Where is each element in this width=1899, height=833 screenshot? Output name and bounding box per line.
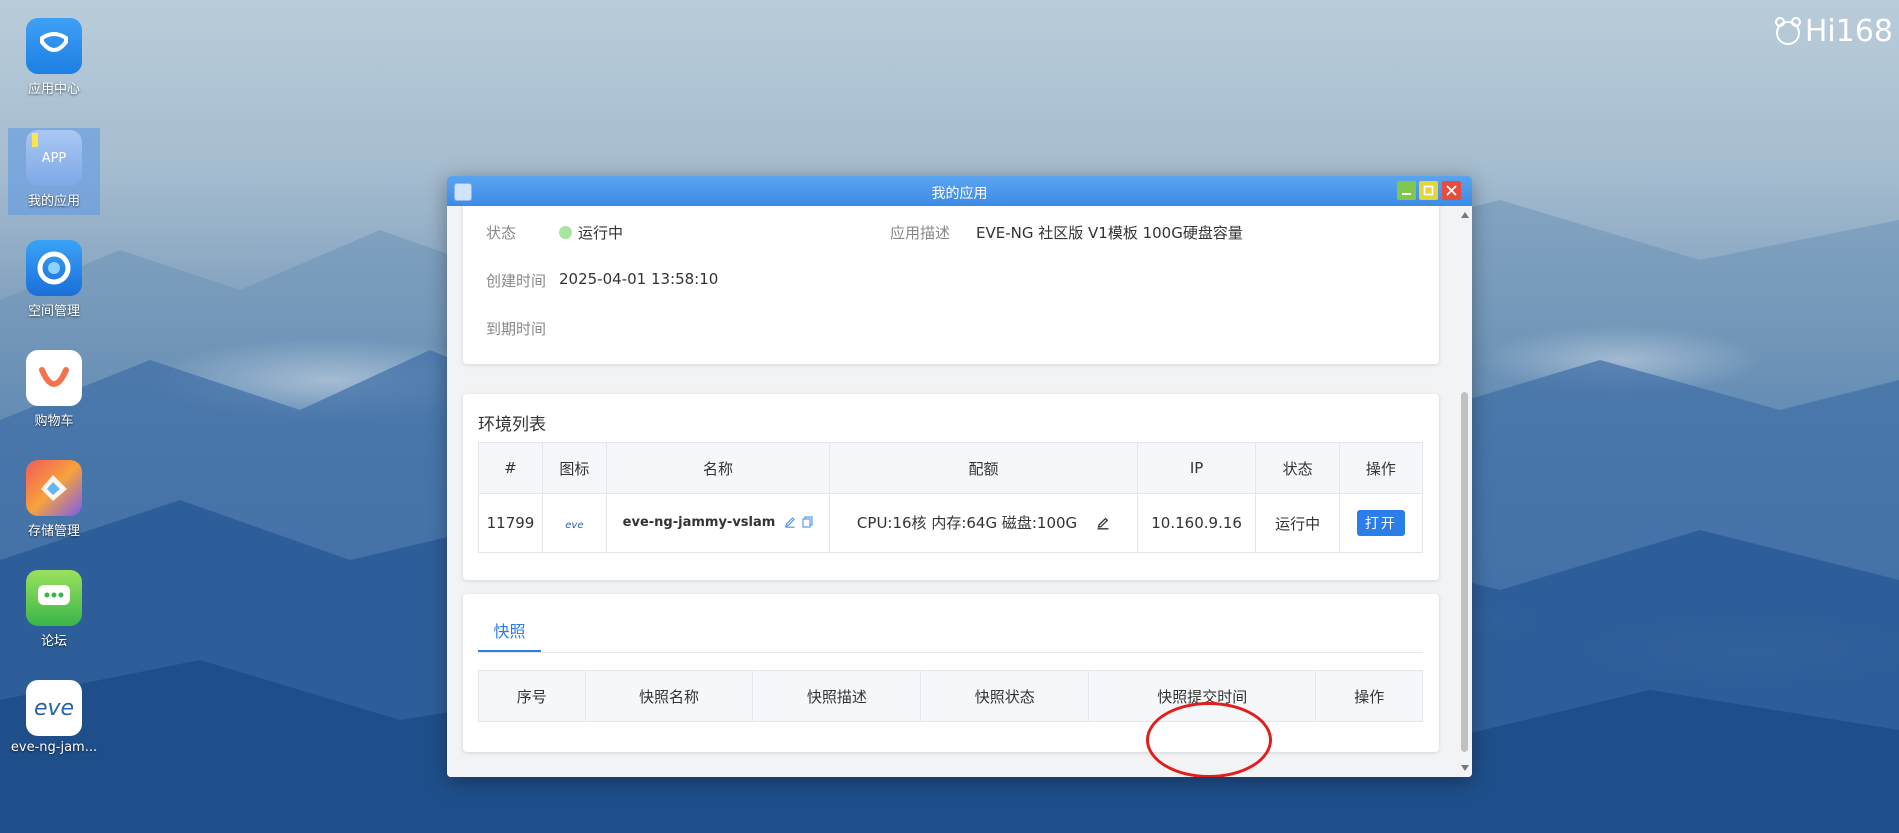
desktop-icon-cart[interactable]: 购物车 [8, 350, 100, 429]
col-header-action: 操作 [1338, 442, 1424, 494]
environment-list-card: 环境列表 # 图标 名称 配额 IP 状态 操作 11799 eve eve-n… [463, 394, 1439, 580]
created-row: 创建时间 [486, 270, 546, 291]
status-label: 状态 [486, 224, 517, 242]
app-icon-text: APP [41, 150, 67, 166]
desktop-icon-space-management[interactable]: 空间管理 [8, 240, 100, 319]
scroll-up-icon[interactable] [1461, 212, 1469, 218]
eve-logo-text: eve [33, 695, 75, 721]
edit-name-icon[interactable] [784, 516, 796, 532]
env-name: eve-ng-jammy-vslam [622, 514, 776, 530]
brand-logo: Hi168 [1773, 14, 1893, 49]
col-header-snapshot-name: 快照名称 [584, 670, 754, 722]
desktop-icon-label: 购物车 [34, 414, 74, 429]
window-content: 状态 运行中 应用描述 EVE-NG 社区版 V1模板 100G硬盘容量 创建时… [447, 206, 1457, 777]
desc-value: EVE-NG 社区版 V1模板 100G硬盘容量 [976, 224, 1243, 242]
eve-ng-logo-icon: eve [565, 520, 584, 531]
app-icon: APP [26, 130, 82, 186]
window-titlebar[interactable]: 我的应用 [447, 176, 1472, 206]
env-list-title: 环境列表 [478, 415, 546, 435]
snapshot-table: 序号 快照名称 快照描述 快照状态 快照提交时间 操作 [478, 670, 1423, 722]
desktop-icon-label: 论坛 [40, 634, 67, 649]
env-action-cell: 打开 [1338, 493, 1424, 553]
snapshot-card: 快照 序号 快照名称 快照描述 快照状态 快照提交时间 操作 [463, 594, 1439, 752]
brand-text: Hi168 [1804, 14, 1893, 49]
scroll-down-icon[interactable] [1461, 765, 1469, 771]
table-row: 11799 eve eve-ng-jammy-vslam CPU:16核 内存:… [478, 493, 1424, 553]
desktop-icon-forum[interactable]: 论坛 [8, 570, 100, 649]
app-info-card: 状态 运行中 应用描述 EVE-NG 社区版 V1模板 100G硬盘容量 创建时… [463, 206, 1439, 364]
brand-mascot-icon [1774, 16, 1801, 45]
env-quota: CPU:16核 内存:64G 磁盘:100G [856, 514, 1078, 532]
env-table: # 图标 名称 配额 IP 状态 操作 11799 eve eve-ng-jam… [478, 442, 1424, 553]
desktop-icon-my-apps[interactable]: APP 我的应用 [8, 128, 100, 215]
status-dot-icon [559, 226, 572, 239]
env-status: 运行中 [1255, 493, 1340, 553]
env-icon-cell: eve [541, 493, 607, 553]
snapshot-table-header: 序号 快照名称 快照描述 快照状态 快照提交时间 操作 [478, 670, 1423, 722]
minimize-icon [1402, 193, 1411, 195]
col-header-snapshot-desc: 快照描述 [752, 670, 922, 722]
minimize-button[interactable] [1397, 181, 1416, 200]
desktop-icon-app-center[interactable]: 应用中心 [8, 18, 100, 97]
col-header-status: 状态 [1255, 442, 1340, 494]
desktop-icon-label: 我的应用 [27, 194, 80, 209]
open-button[interactable]: 打开 [1356, 510, 1405, 536]
status-row: 状态 [486, 222, 516, 243]
space-icon [26, 240, 82, 296]
env-quota-cell: CPU:16核 内存:64G 磁盘:100G [829, 493, 1138, 553]
env-table-header: # 图标 名称 配额 IP 状态 操作 [478, 442, 1424, 494]
expire-row: 到期时间 [486, 318, 546, 339]
env-ip[interactable]: 10.160.9.16 [1136, 493, 1257, 553]
col-header-quota: 配额 [829, 442, 1138, 494]
env-id: 11799 [478, 493, 543, 553]
desktop-icon-eve-ng[interactable]: eve eve-ng-jam... [8, 680, 100, 755]
col-header-seq: 序号 [478, 670, 586, 722]
forum-icon [26, 570, 82, 626]
tab-divider [478, 652, 1423, 653]
my-apps-window: 我的应用 状态 运行中 应用描述 EVE-NG 社区版 V1模板 100G硬盘容… [447, 176, 1472, 777]
col-header-snapshot-status: 快照状态 [920, 670, 1090, 722]
maximize-button[interactable] [1419, 181, 1438, 200]
expire-label: 到期时间 [486, 320, 547, 338]
window-title: 我的应用 [931, 186, 988, 202]
col-header-name: 名称 [605, 442, 831, 494]
cart-icon [26, 350, 82, 406]
desktop-icon-label: 空间管理 [27, 304, 80, 319]
col-header-snapshot-time: 快照提交时间 [1088, 670, 1317, 722]
desc-label: 应用描述 [890, 224, 951, 242]
status-value: 运行中 [559, 222, 623, 243]
col-header-snapshot-action: 操作 [1315, 670, 1423, 722]
col-header-ip: IP [1136, 442, 1257, 494]
close-icon [1446, 185, 1457, 196]
desktop-icon-storage[interactable]: 存储管理 [8, 460, 100, 539]
copy-icon[interactable] [802, 515, 813, 532]
close-button[interactable] [1442, 181, 1461, 200]
window-scrollbar[interactable] [1457, 206, 1472, 777]
storage-icon [26, 460, 82, 516]
edit-quota-icon[interactable] [1096, 516, 1110, 534]
col-header-icon: 图标 [541, 442, 607, 494]
status-text: 运行中 [578, 224, 624, 242]
maximize-icon [1423, 185, 1434, 196]
created-value: 2025-04-01 13:58:10 [559, 270, 719, 288]
desktop-icon-label: eve-ng-jam... [10, 740, 98, 755]
env-name-cell: eve-ng-jammy-vslam [605, 493, 831, 553]
col-header-index: # [478, 442, 543, 494]
desktop-icon-label: 应用中心 [27, 82, 80, 97]
tab-snapshot[interactable]: 快照 [478, 614, 541, 652]
scroll-thumb[interactable] [1461, 392, 1468, 752]
bookmark-icon [32, 133, 38, 147]
desc-row: 应用描述 [890, 222, 950, 243]
eve-ng-icon: eve [26, 680, 82, 736]
desktop-icon-label: 存储管理 [27, 524, 80, 539]
created-label: 创建时间 [486, 272, 547, 290]
app-center-icon [26, 18, 82, 74]
